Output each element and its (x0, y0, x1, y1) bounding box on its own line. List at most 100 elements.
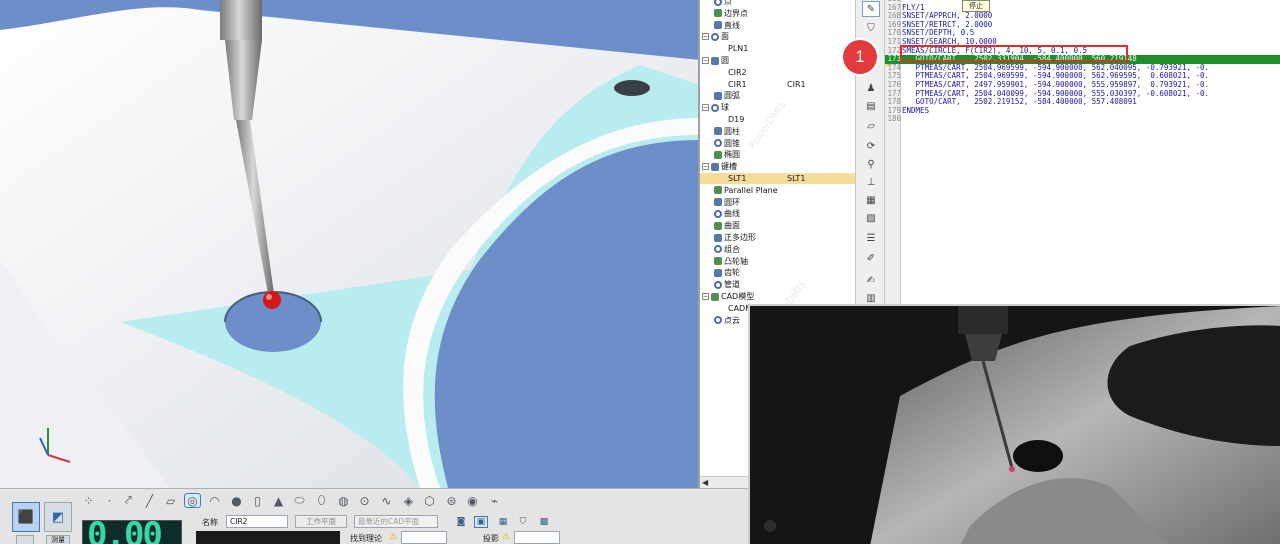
combined-icon[interactable]: ⊜ (443, 493, 460, 508)
image-icon[interactable]: ▩ (537, 516, 551, 528)
slot-icon[interactable]: ⬯ (313, 493, 330, 508)
point-icon[interactable]: · (101, 493, 118, 508)
tree-item[interactable]: 凸轮轴 (714, 256, 748, 267)
tree-item-label: CIR1 (728, 79, 747, 89)
collapse-toggle-icon[interactable]: − (702, 104, 709, 112)
line-number: 176 (887, 81, 901, 89)
feature-mode-icon[interactable]: ⬛ (12, 502, 40, 532)
code-line[interactable]: 179 ENDMES (885, 107, 1280, 116)
tree-item[interactable]: − 键槽 (702, 161, 737, 172)
note-icon[interactable]: ✍ (862, 272, 880, 288)
tree-item[interactable]: 点云 (714, 315, 740, 326)
tree-item[interactable]: 边界点 (714, 8, 748, 19)
tree-item[interactable]: CIR2 (728, 67, 747, 78)
axis-icon[interactable]: ⊥ (862, 174, 880, 190)
tree-item[interactable]: 齿轮 (714, 267, 740, 278)
collapse-toggle-icon[interactable]: − (702, 163, 709, 171)
dmis-code-editor[interactable]: 168167FLY/1168SNSET/APPRCH, 2.0000169SNS… (885, 0, 1280, 305)
code-line[interactable]: 180 (885, 115, 1280, 124)
line-icon[interactable]: ╱ (141, 493, 158, 508)
cad-3d-viewport[interactable] (0, 0, 700, 488)
pin-icon[interactable]: ✎ (862, 1, 880, 17)
polygon-icon[interactable]: ⬡ (421, 493, 438, 508)
tree-item[interactable]: 正多边形 (714, 232, 756, 243)
code-line[interactable]: 169 SNSET/RETRCT, 2.0000 (885, 21, 1280, 30)
tree-item[interactable]: 管道 (714, 279, 740, 290)
edge-point-icon[interactable]: ⤤ (120, 493, 137, 508)
code-line[interactable]: 178 GOTO/CART, 2502.219152, -584.400000,… (885, 98, 1280, 107)
small-btn-icon[interactable] (16, 535, 34, 544)
tree-item[interactable]: 椭圆 (714, 149, 740, 160)
code-line[interactable]: 168 SNSET/APPRCH, 2.0000 (885, 12, 1280, 21)
sphere-icon[interactable]: ● (228, 493, 245, 508)
ellipse-icon[interactable]: ⬭ (291, 493, 308, 508)
code-line[interactable]: 175 PTMEAS/CART, 2504.969599, -594.90000… (885, 72, 1280, 81)
layers-icon[interactable]: ▧ (862, 210, 880, 226)
tree-item[interactable]: D19 (728, 114, 744, 125)
tree-item[interactable]: − 球 (702, 102, 729, 113)
tree-item[interactable]: SLT1 (700, 173, 855, 184)
find-theory-field[interactable] (401, 531, 447, 544)
probe-icon[interactable]: ⛉ (862, 20, 880, 36)
tree-item[interactable]: 圆弧 (714, 90, 740, 101)
work-plane-button[interactable]: 工作平面 (295, 515, 347, 528)
grid-icon[interactable]: ▦ (496, 516, 510, 528)
code-text: PTMEAS/CART, 2504.969599, -594.900000, 5… (902, 72, 1210, 81)
collapse-toggle-icon[interactable]: − (702, 33, 709, 41)
walk-icon[interactable]: ⚲ (862, 156, 880, 172)
cad-plane-select[interactable]: 最靠近的CAD平面 (354, 515, 438, 528)
tree-item[interactable]: − 圆 (702, 55, 729, 66)
feature-type-icon (711, 292, 719, 301)
arc-icon[interactable]: ◠ (206, 493, 223, 508)
name-field[interactable]: CIR2 (226, 515, 288, 528)
circle-icon[interactable]: ◎ (184, 493, 201, 508)
code-line[interactable]: 167 FLY/1 (885, 4, 1280, 13)
surface-icon[interactable]: ◈ (400, 493, 417, 508)
cylinder-icon[interactable]: ▯ (249, 493, 266, 508)
pipe-icon[interactable]: ⌁ (486, 493, 503, 508)
plane-icon[interactable]: ▱ (862, 118, 880, 134)
tree-item[interactable]: 曲面 (714, 220, 740, 231)
ring-icon[interactable]: ⊙ (356, 493, 373, 508)
tree-item[interactable]: PLN1 (728, 43, 748, 54)
plane-icon[interactable]: ▱ (162, 493, 179, 508)
measure-button[interactable]: 测量 (46, 535, 70, 544)
scroll-left-icon[interactable]: ◀ (702, 478, 708, 487)
curve-icon[interactable]: ∿ (378, 493, 395, 508)
tree-item[interactable]: − CAD模型 (702, 291, 754, 302)
tree-item[interactable]: 曲线 (714, 208, 740, 219)
tree-item[interactable]: 圆环 (714, 197, 740, 208)
tree-item[interactable]: 圆柱 (714, 126, 740, 137)
view-icon[interactable]: ▣ (474, 516, 488, 528)
projection-field[interactable] (514, 531, 560, 544)
tree-item[interactable]: 组合 (714, 244, 740, 255)
sheet-icon[interactable]: ▤ (862, 98, 880, 114)
probe-small-icon[interactable]: ⛉ (516, 516, 530, 528)
rotate-icon[interactable]: ⟳ (862, 138, 880, 154)
measure-icon[interactable]: ♟ (862, 80, 880, 96)
camshaft-icon[interactable]: ◉ (464, 493, 481, 508)
edit-icon[interactable]: ✐ (862, 250, 880, 266)
collapse-toggle-icon[interactable]: − (702, 293, 709, 300)
code-line[interactable]: 170 SNSET/DEPTH, 0.5 (885, 29, 1280, 38)
tree-item-ref: SLT1 (787, 174, 806, 183)
tree-item[interactable]: CIR1 (728, 79, 747, 90)
code-line[interactable]: 177 PTMEAS/CART, 2504.040099, -594.90000… (885, 90, 1280, 99)
list-icon[interactable]: ☰ (862, 230, 880, 246)
auto-mode-icon[interactable]: ◩ (44, 502, 72, 532)
tree-item[interactable]: 直线 (714, 20, 740, 31)
line-number: 175 (887, 72, 901, 81)
tree-item-label: 键槽 (721, 162, 737, 172)
code-line[interactable]: 176 PTMEAS/CART, 2497.959901, -594.90000… (885, 81, 1280, 90)
camera-icon[interactable]: ◙ (454, 516, 468, 528)
cone-icon[interactable]: ▲ (270, 493, 287, 508)
tree-item[interactable]: 点 (714, 0, 732, 7)
collapse-toggle-icon[interactable]: − (702, 57, 709, 64)
tree-item[interactable]: − 面 (702, 31, 729, 42)
tree-item[interactable]: 圆锥 (714, 138, 740, 149)
code-line[interactable]: 174 PTMEAS/CART, 2504.969599, -594.90000… (885, 64, 1280, 73)
tree-item[interactable]: Parallel Plane (714, 185, 778, 196)
point-cloud-icon[interactable]: ⁘ (80, 493, 97, 508)
torus-icon[interactable]: ◍ (335, 493, 352, 508)
doc-icon[interactable]: ▦ (862, 192, 880, 208)
